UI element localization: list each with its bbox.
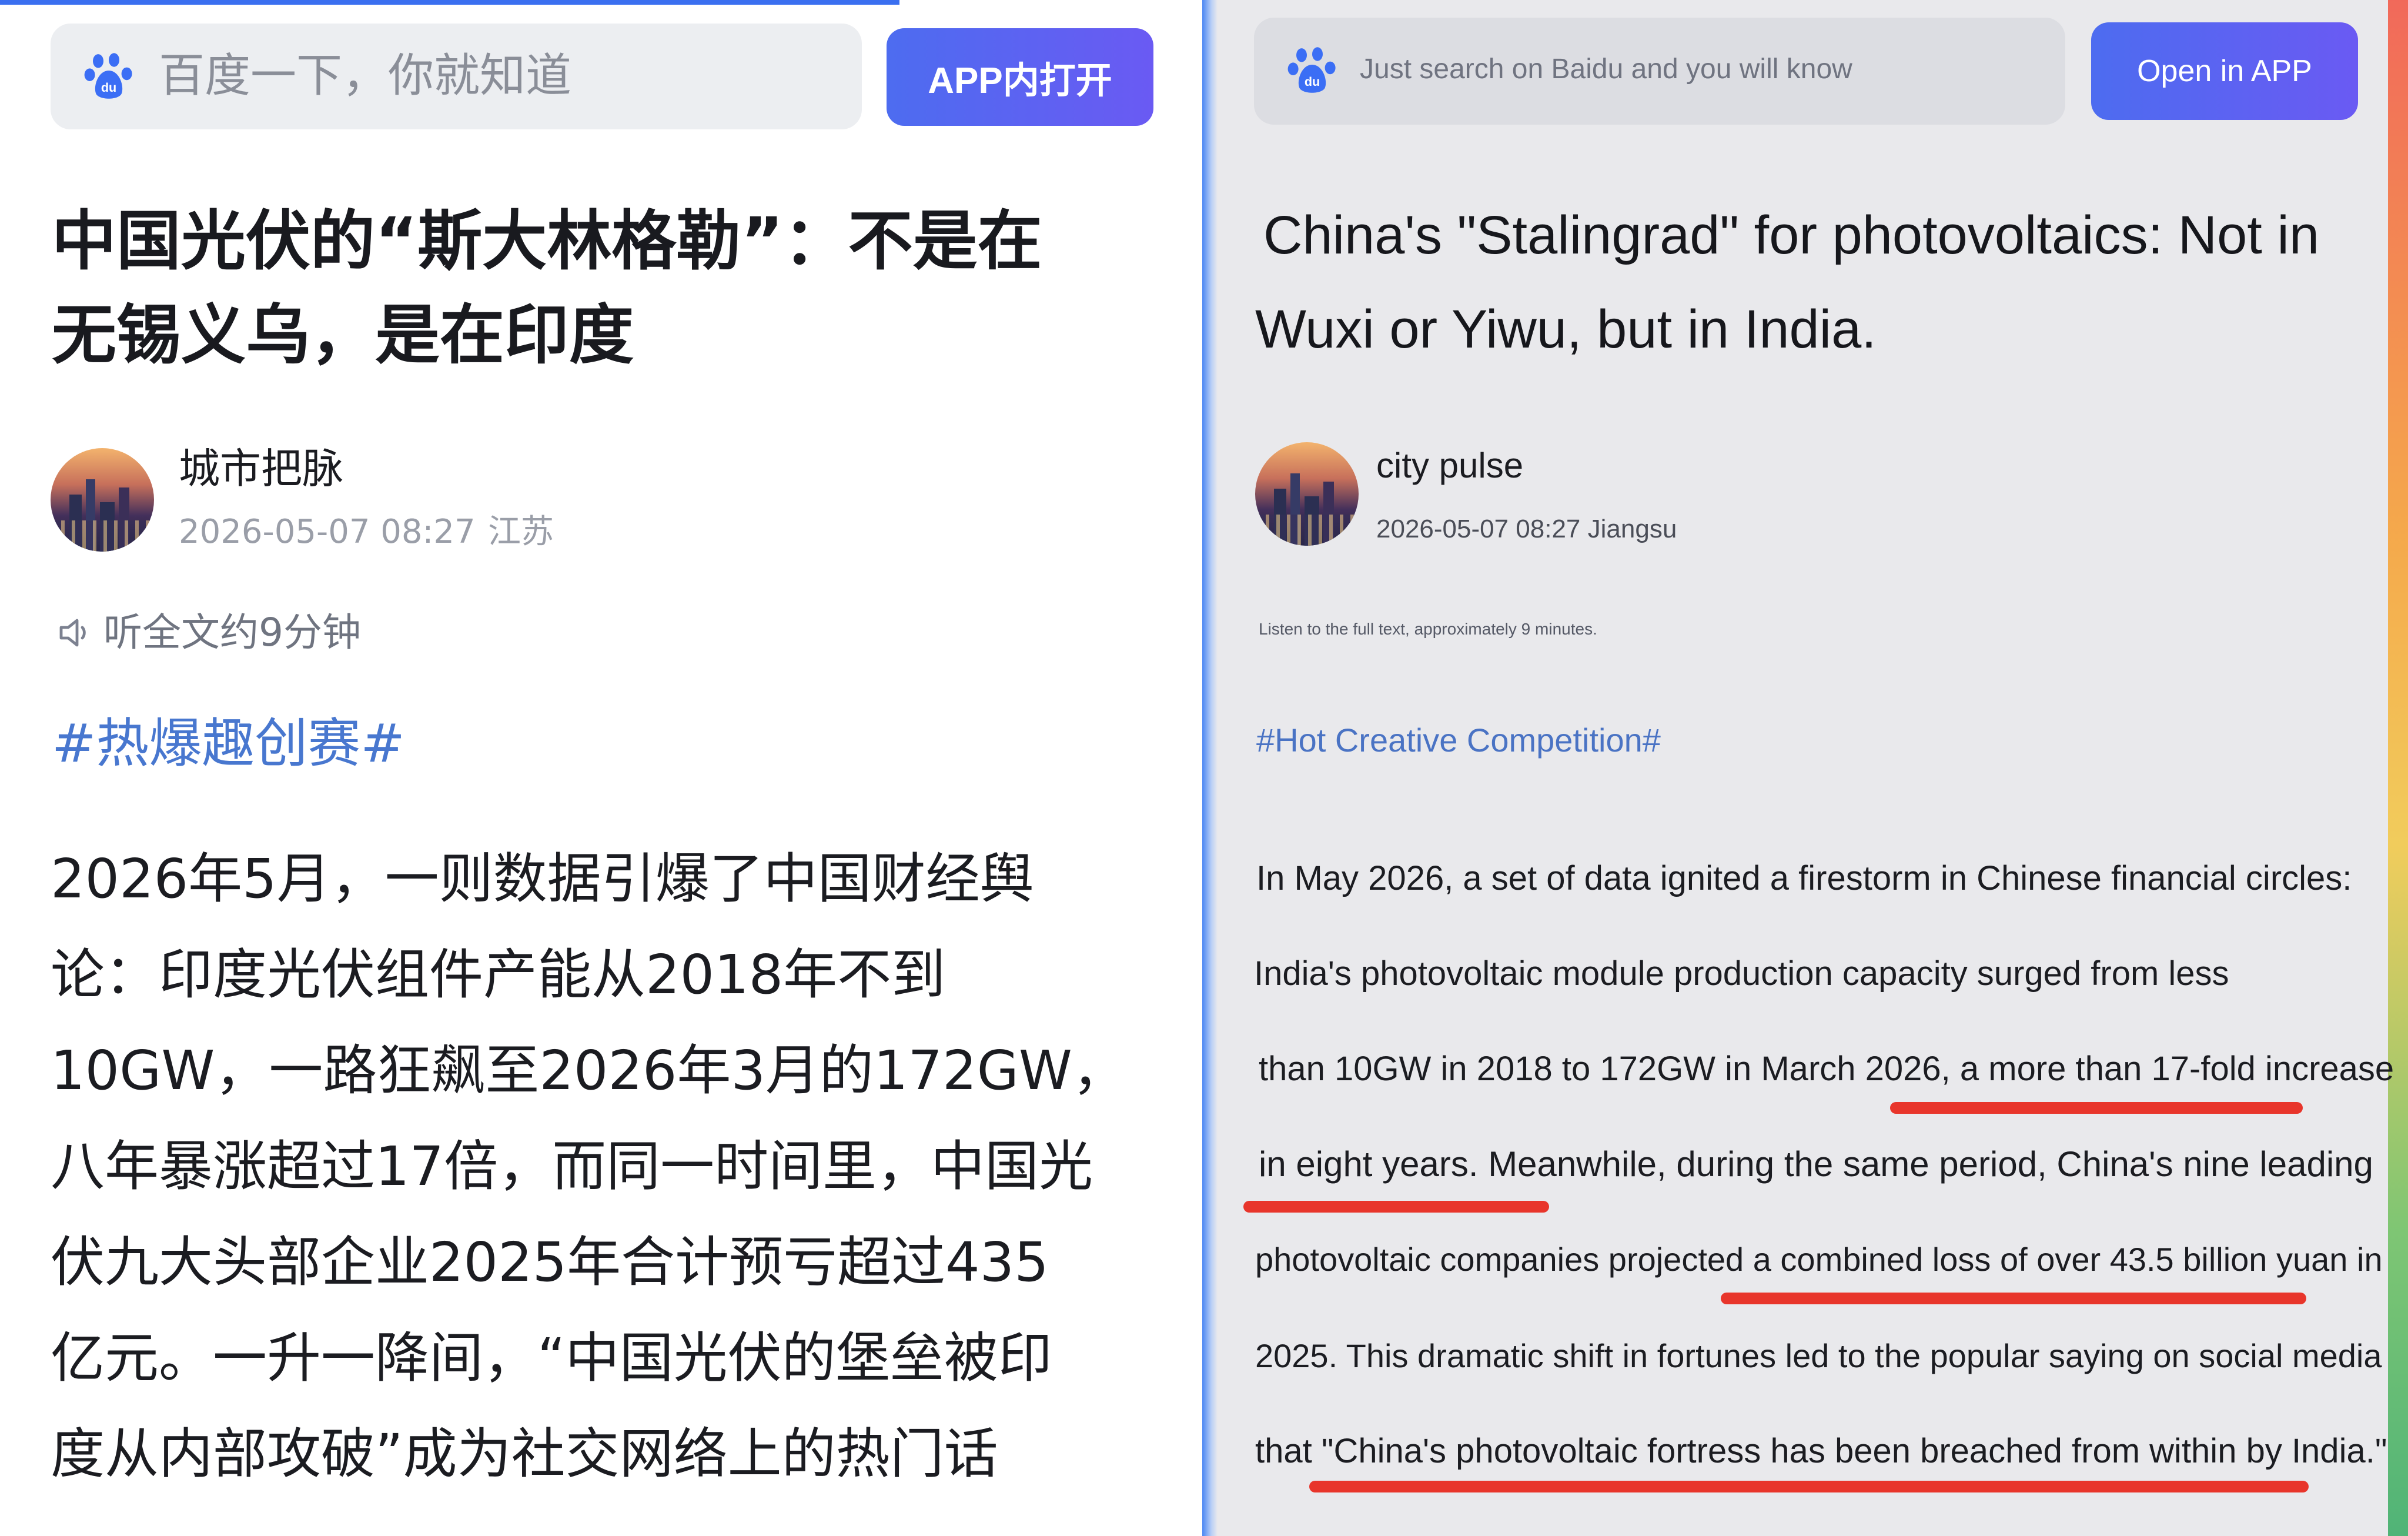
svg-text:du: du [101, 80, 116, 95]
paragraph-line: in eight years. Meanwhile, during the sa… [1259, 1144, 2373, 1184]
publish-date: 2026-05-07 08:27 [179, 513, 476, 551]
highlight-underline [1890, 1102, 2303, 1114]
author-name[interactable]: 城市把脉 [179, 444, 343, 493]
svg-text:du: du [1305, 74, 1320, 89]
search-input[interactable]: du 百度一下，你就知道 [51, 24, 862, 129]
author-avatar[interactable] [51, 448, 154, 552]
right-panel: du Just search on Baidu and you will kno… [1202, 0, 2408, 1536]
baidu-paw-icon: du [84, 53, 132, 99]
search-input[interactable]: du Just search on Baidu and you will kno… [1254, 18, 2065, 125]
paragraph-line: 伏九大头部企业2025年合计预亏超过435 [51, 1231, 1049, 1294]
open-in-app-button[interactable]: APP内打开 [887, 28, 1153, 126]
left-panel: du 百度一下，你就知道 APP内打开 中国光伏的“斯大林格勒”：不是在 无锡义… [0, 0, 1202, 1536]
paragraph-line: photovoltaic companies projected a combi… [1255, 1241, 2383, 1278]
speaker-icon[interactable] [54, 612, 96, 654]
paragraph-line: that "China's photovoltaic fortress has … [1255, 1432, 2387, 1470]
paragraph-line: India's photovoltaic module production c… [1254, 954, 2229, 993]
article-title-line-2: Wuxi or Yiwu, but in India. [1255, 299, 1877, 359]
open-in-app-button[interactable]: Open in APP [2091, 22, 2358, 120]
publish-location: 江苏 [488, 513, 554, 551]
paragraph-line: 2026年5月，一则数据引爆了中国财经舆 [51, 847, 1034, 910]
paragraph-line: than 10GW in 2018 to 172GW in March 2026… [1259, 1050, 2394, 1088]
paragraph-line: 度从内部攻破”成为社交网络上的热门话 [51, 1423, 998, 1485]
baidu-paw-icon: du [1287, 47, 1336, 93]
paragraph-line: 亿元。一升一降间，“中国光伏的堡垒被印 [51, 1327, 1052, 1390]
search-placeholder: 百度一下，你就知道 [159, 49, 572, 102]
right-edge-glow [2388, 0, 2408, 1536]
listen-full-text[interactable]: 听全文约9分钟 [103, 609, 361, 656]
listen-full-text[interactable]: Listen to the full text, approximately 9… [1259, 617, 1597, 641]
reading-progress-bar [0, 0, 899, 5]
highlight-underline [1721, 1293, 2306, 1304]
article-title-line-2: 无锡义乌，是在印度 [52, 298, 634, 373]
highlight-underline [1243, 1201, 1549, 1213]
paragraph-line: 八年暴涨超过17倍，而同一时间里，中国光 [51, 1135, 1093, 1198]
highlight-underline [1309, 1481, 2309, 1492]
hashtag-topic[interactable]: #Hot Creative Competition# [1256, 719, 1661, 762]
search-placeholder: Just search on Baidu and you will know [1360, 54, 1852, 85]
article-title-line-1: 中国光伏的“斯大林格勒”：不是在 [52, 203, 1042, 279]
publish-meta: 2026-05-07 08:27 Jiangsu [1376, 515, 1677, 543]
paragraph-line: 2025. This dramatic shift in fortunes le… [1255, 1337, 2382, 1374]
author-name[interactable]: city pulse [1376, 443, 1523, 488]
paragraph-line: 10GW，一路狂飙至2026年3月的172GW， [51, 1039, 1126, 1102]
paragraph-line: In May 2026, a set of data ignited a fir… [1256, 859, 2352, 897]
left-edge-glow [1202, 0, 1218, 1536]
hashtag-topic[interactable]: #热爆趣创赛# [52, 712, 405, 776]
paragraph-line: 论：印度光伏组件产能从2018年不到 [51, 943, 946, 1006]
author-avatar[interactable] [1255, 442, 1359, 546]
article-title-line-1: China's "Stalingrad" for photovoltaics: … [1263, 205, 2320, 265]
